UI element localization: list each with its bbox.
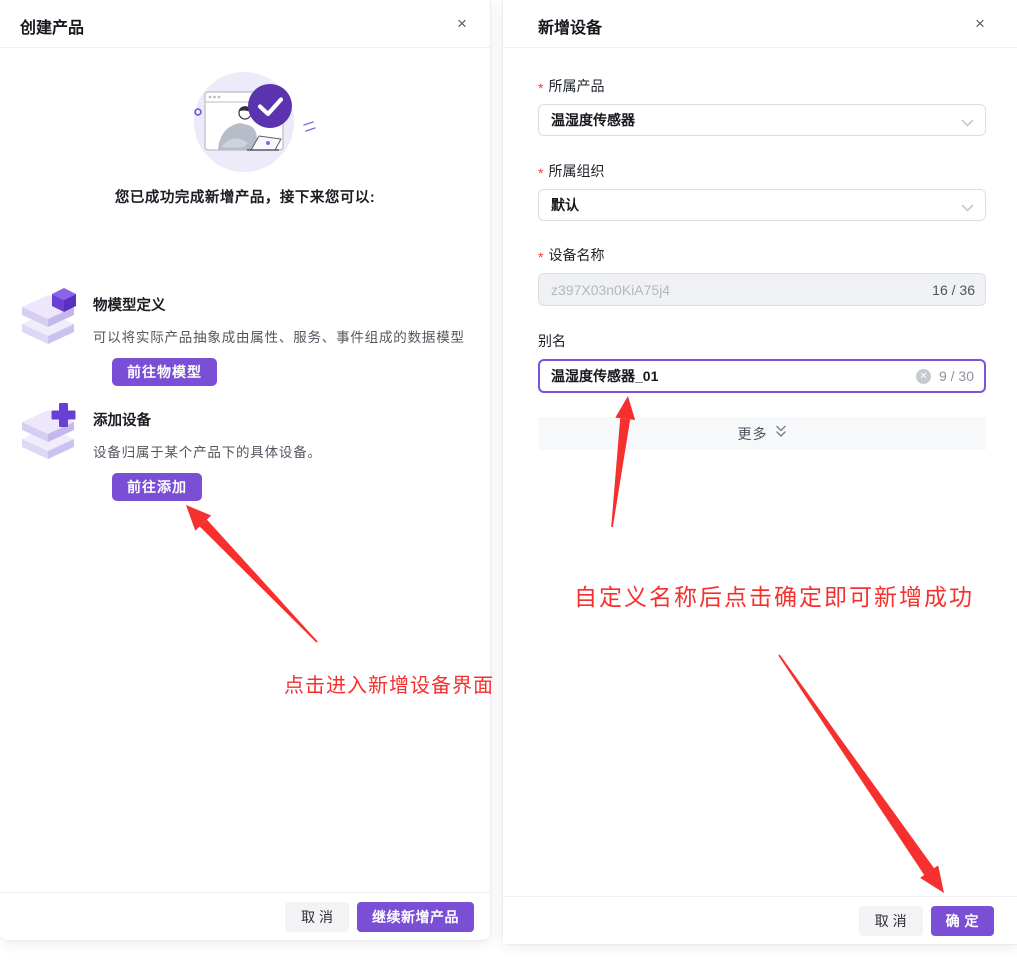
product-select-value: 温湿度传感器 (551, 110, 635, 130)
section-add-device: 添加设备 设备归属于某个产品下的具体设备。 前往添加 (0, 403, 490, 501)
goto-add-device-button[interactable]: 前往添加 (112, 473, 202, 501)
product-field-label: * 所属产品 (538, 78, 986, 94)
device-name-input-wrap: 16 / 36 (538, 273, 986, 306)
add-device-footer: 取 消 确 定 (503, 896, 1017, 944)
goto-thing-model-button[interactable]: 前往物模型 (112, 358, 217, 386)
create-product-footer: 取 消 继续新增产品 (0, 892, 490, 940)
section-description: 设备归属于某个产品下的具体设备。 (93, 441, 480, 461)
dialog-title: 新增设备 (538, 14, 602, 38)
add-device-header: 新增设备 × (503, 0, 1017, 48)
chevron-down-icon (961, 200, 974, 218)
org-select-value: 默认 (551, 195, 579, 215)
section-thing-model: 物模型定义 可以将实际产品抽象成由属性、服务、事件组成的数据模型 前往物模型 (0, 288, 490, 386)
section-title: 物模型定义 (93, 288, 480, 315)
section-description: 可以将实际产品抽象成由属性、服务、事件组成的数据模型 (93, 326, 480, 346)
more-label: 更多 (738, 424, 768, 444)
add-device-stack-icon (20, 403, 78, 461)
dialog-title: 创建产品 (20, 14, 84, 38)
success-illustration (158, 66, 334, 178)
success-message: 您已成功完成新增产品，接下来您可以: (0, 186, 490, 207)
annotation-confirm-hint: 自定义名称后点击确定即可新增成功 (574, 578, 974, 612)
create-product-dialog: 创建产品 × 您已成功完成新增产品，接 (0, 0, 491, 941)
clear-icon[interactable]: ✕ (916, 369, 931, 384)
cancel-button[interactable]: 取 消 (285, 902, 349, 932)
device-name-field-label: * 设备名称 (538, 247, 986, 263)
required-mark: * (538, 165, 543, 181)
thing-model-stack-icon (20, 288, 78, 346)
required-mark: * (538, 80, 543, 96)
chevron-down-icon (961, 115, 974, 133)
continue-create-product-button[interactable]: 继续新增产品 (357, 902, 474, 932)
close-icon[interactable]: × (966, 10, 994, 38)
cancel-button[interactable]: 取 消 (859, 906, 923, 936)
product-select[interactable]: 温湿度传感器 (538, 104, 986, 136)
org-field-label: * 所属组织 (538, 163, 986, 179)
add-device-form: * 所属产品 温湿度传感器 * 所属组织 默认 * 设备 (538, 48, 986, 450)
section-title: 添加设备 (93, 403, 480, 430)
screen: 创建产品 × 您已成功完成新增产品，接 (0, 0, 1017, 960)
device-name-input (551, 282, 924, 298)
add-device-dialog: 新增设备 × * 所属产品 温湿度传感器 * 所属组织 默认 (502, 0, 1017, 945)
confirm-button[interactable]: 确 定 (931, 906, 994, 936)
device-name-counter: 16 / 36 (932, 282, 975, 298)
annotation-goto-add-device: 点击进入新增设备界面 (284, 669, 494, 698)
alias-input-wrap: ✕ 9 / 30 (538, 359, 986, 393)
alias-counter: 9 / 30 (939, 368, 974, 384)
close-icon[interactable]: × (448, 10, 476, 38)
alias-input[interactable] (551, 368, 908, 384)
double-chevron-down-icon (775, 425, 787, 443)
required-mark: * (538, 249, 543, 265)
org-select[interactable]: 默认 (538, 189, 986, 221)
more-toggle[interactable]: 更多 (538, 417, 986, 450)
alias-field-label: 别名 (538, 333, 986, 349)
create-product-header: 创建产品 × (0, 0, 490, 48)
